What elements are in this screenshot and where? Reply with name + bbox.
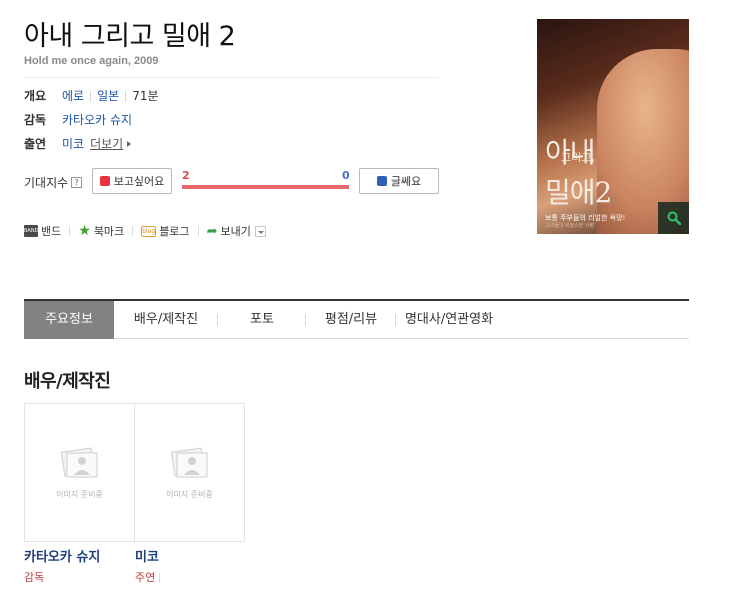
dropdown-icon[interactable] [254, 225, 266, 237]
person-name-link[interactable]: 미코 [135, 546, 159, 565]
band-label: 밴드 [41, 225, 62, 238]
share-arrow-icon: ➦ [206, 223, 218, 239]
want-to-see-button[interactable]: 보고싶어요 [92, 168, 172, 194]
not-sure-label: 글쎄요 [390, 175, 422, 188]
separator [132, 226, 134, 236]
separator [159, 573, 161, 583]
placeholder-text: 이미지 준비중 [56, 490, 103, 499]
separator [197, 226, 199, 236]
movie-subtitle: Hold me once again, 2009 [24, 55, 159, 67]
tab-rating-review[interactable]: 평점/리뷰 [306, 301, 396, 339]
nah-count: 0 [342, 169, 350, 182]
tab-quotes-related[interactable]: 명대사/연관영화 [396, 301, 502, 339]
movie-title: 아내 그리고 밀애 2 [24, 21, 236, 52]
expectation-label-group: 기대지수 ? [24, 174, 83, 191]
more-cast-link[interactable]: 더보기 [90, 136, 123, 152]
cast-row: 출연 미코 더보기 [24, 136, 132, 152]
not-sure-button[interactable]: 글쎄요 [359, 168, 439, 194]
genre-link[interactable]: 에로 [62, 88, 84, 104]
cast-label: 출연 [24, 137, 47, 151]
separator [90, 90, 92, 102]
blog-share-button[interactable]: blog 블로그 [141, 223, 190, 239]
chevron-right-icon [127, 141, 132, 147]
send-button[interactable]: ➦ 보내기 [207, 223, 266, 239]
help-icon[interactable]: ? [71, 177, 83, 188]
expectation-label: 기대지수 [24, 176, 69, 190]
director-row: 감독 카타오카 슈지 [24, 112, 132, 128]
placeholder-text: 이미지 준비중 [166, 490, 213, 499]
band-icon: BAND [24, 225, 38, 237]
person-card[interactable]: 이미지 준비중 [134, 403, 245, 542]
blog-label: 블로그 [159, 225, 190, 238]
person-placeholder-icon [60, 447, 98, 478]
thumbs-up-icon [99, 176, 110, 186]
want-count: 2 [182, 169, 190, 182]
poster-title-line2: 그리고, [561, 151, 595, 164]
person-card[interactable]: 이미지 준비중 [24, 403, 135, 542]
separator [69, 226, 71, 236]
person-role-group: 주연 [135, 569, 161, 585]
bookmark-button[interactable]: ★ 북마크 [78, 223, 124, 239]
overview-row: 개요 에로 일본 71분 [24, 88, 159, 104]
person-placeholder-icon [170, 447, 208, 478]
thumbs-down-icon [376, 176, 387, 186]
band-share-button[interactable]: BAND 밴드 [24, 223, 61, 239]
runtime: 71분 [132, 89, 159, 103]
blog-icon: blog [141, 225, 157, 237]
director-label: 감독 [24, 113, 47, 127]
expectation-bar-fill [182, 185, 349, 189]
poster-fine-print: 그녀들의 비밀스런 사랑 [545, 223, 595, 229]
country-link[interactable]: 일본 [97, 88, 119, 104]
section-title: 배우/제작진 [24, 371, 111, 392]
search-icon [667, 211, 681, 225]
person-role: 주연 [135, 571, 156, 584]
cast-link[interactable]: 미코 [62, 136, 84, 152]
zoom-poster-button[interactable] [658, 202, 689, 234]
poster-title-line3: 밀애2 [545, 176, 612, 209]
tab-main-info[interactable]: 주요정보 [24, 301, 114, 339]
want-to-see-label: 보고싶어요 [113, 175, 165, 188]
overview-label: 개요 [24, 89, 47, 103]
send-label: 보내기 [220, 225, 251, 238]
tab-photo[interactable]: 포토 [218, 301, 306, 339]
bookmark-label: 북마크 [93, 225, 125, 238]
expectation-bar [182, 185, 349, 189]
person-name-link[interactable]: 카타오카 슈지 [24, 546, 100, 565]
share-row: BAND 밴드 ★ 북마크 blog 블로그 ➦ 보내기 [24, 222, 266, 240]
divider [24, 77, 439, 78]
person-role: 감독 [24, 571, 45, 584]
separator [125, 90, 127, 102]
tab-cast-crew[interactable]: 배우/제작진 [114, 301, 218, 339]
director-link[interactable]: 카타오카 슈지 [62, 112, 132, 128]
section-tabs: 주요정보 배우/제작진 포토 평점/리뷰 명대사/연관영화 [24, 299, 689, 339]
star-icon: ★ [78, 223, 91, 239]
